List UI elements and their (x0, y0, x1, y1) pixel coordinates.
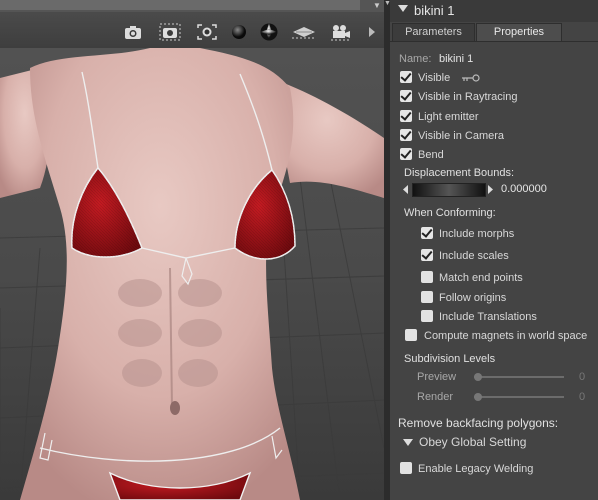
light-emitter-label: Light emitter (418, 111, 479, 123)
visible-camera-row[interactable]: Visible in Camera (390, 127, 598, 145)
visible-label: Visible (418, 72, 451, 84)
lighting-sphere-icon[interactable] (258, 23, 280, 41)
match-end-points-row[interactable]: Match end points (390, 269, 598, 287)
movie-camera-icon[interactable] (330, 23, 352, 41)
viewport-toolbar (0, 14, 384, 48)
include-morphs-checkbox[interactable] (421, 227, 433, 239)
compute-magnets-checkbox[interactable] (405, 329, 417, 341)
backfacing-dropdown[interactable]: Obey Global Setting (390, 433, 598, 451)
viewport-top-bar: ▼ (0, 0, 384, 12)
name-field[interactable]: bikini 1 (439, 50, 473, 68)
displacement-dial[interactable] (412, 183, 486, 197)
visible-raytracing-checkbox[interactable] (400, 90, 412, 102)
viewport-scrollbar[interactable] (0, 0, 360, 10)
include-morphs-label: Include morphs (439, 228, 515, 240)
preview-value[interactable]: 0 (579, 368, 585, 386)
when-conforming-label: When Conforming: (404, 207, 496, 219)
match-end-points-checkbox[interactable] (421, 271, 433, 283)
include-scales-row[interactable]: Include scales (390, 247, 598, 265)
render-slider-knob[interactable] (474, 393, 482, 401)
visible-camera-checkbox[interactable] (400, 129, 412, 141)
panel-header[interactable]: bikini 1 (390, 0, 598, 22)
tab-properties[interactable]: Properties (476, 23, 562, 41)
preview-subdivision-row: Preview 0 (390, 368, 598, 386)
include-translations-row[interactable]: Include Translations (390, 308, 598, 326)
dial-left-arrow-icon[interactable] (403, 185, 409, 194)
displacement-value[interactable]: 0.000000 (501, 180, 547, 198)
light-emitter-checkbox[interactable] (400, 110, 412, 122)
displacement-dial-row: 0.000000 (390, 180, 598, 198)
include-translations-checkbox[interactable] (421, 310, 433, 322)
visible-camera-label: Visible in Camera (418, 130, 505, 142)
bend-row[interactable]: Bend (390, 146, 598, 164)
dial-right-arrow-icon[interactable] (488, 185, 494, 194)
tab-parameters[interactable]: Parameters (392, 23, 475, 41)
preview-slider-knob[interactable] (474, 373, 482, 381)
follow-origins-label: Follow origins (439, 292, 507, 304)
preview-slider[interactable] (474, 376, 564, 378)
scroll-down-icon[interactable]: ▼ (372, 0, 382, 12)
render-slider[interactable] (474, 396, 564, 398)
light-emitter-row[interactable]: Light emitter (390, 108, 598, 126)
compute-magnets-label: Compute magnets in world space (424, 330, 588, 342)
key-icon (462, 74, 480, 82)
tab-bar: Parameters Properties (390, 23, 598, 42)
render-subdivision-row: Render 0 (390, 388, 598, 406)
panel-title: bikini 1 (414, 3, 455, 18)
3d-viewport[interactable]: ▼ (0, 0, 384, 500)
follow-origins-row[interactable]: Follow origins (390, 289, 598, 307)
visible-raytracing-row[interactable]: Visible in Raytracing (390, 88, 598, 106)
render-label: Render (417, 391, 454, 403)
include-scales-checkbox[interactable] (421, 249, 433, 261)
compute-magnets-row[interactable]: Compute magnets in world space (390, 327, 598, 345)
visible-raytracing-label: Visible in Raytracing (418, 91, 518, 103)
bend-checkbox[interactable] (400, 148, 412, 160)
legacy-welding-row[interactable]: Enable Legacy Welding (390, 460, 598, 478)
sphere-icon[interactable] (228, 23, 250, 41)
include-morphs-row[interactable]: Include morphs (390, 225, 598, 243)
include-translations-label: Include Translations (439, 311, 537, 323)
backfacing-value[interactable]: Obey Global Setting (419, 433, 526, 451)
figure-render (0, 48, 384, 500)
dropdown-triangle-icon[interactable] (403, 439, 413, 446)
follow-origins-checkbox[interactable] (421, 291, 433, 303)
name-label: Name: (399, 53, 432, 65)
match-end-points-label: Match end points (439, 272, 523, 284)
play-arrow-icon[interactable] (364, 23, 380, 41)
visible-row[interactable]: Visible (390, 69, 598, 87)
legacy-welding-checkbox[interactable] (400, 462, 412, 474)
include-scales-label: Include scales (439, 250, 509, 262)
name-row: Name: bikini 1 (390, 50, 598, 68)
remove-backfacing-label: Remove backfacing polygons: (398, 416, 559, 430)
subdivision-levels-label: Subdivision Levels (404, 353, 496, 365)
collapse-triangle-icon[interactable] (398, 5, 408, 12)
render-value[interactable]: 0 (579, 388, 585, 406)
legacy-welding-label: Enable Legacy Welding (418, 463, 534, 475)
preview-label: Preview (417, 371, 457, 383)
camera-frame-icon[interactable] (196, 23, 218, 41)
camera-selection-icon[interactable] (159, 23, 181, 41)
properties-panel: bikini 1 Parameters Properties Name: bik… (390, 0, 598, 500)
ground-plane-icon[interactable] (290, 23, 318, 41)
visible-checkbox[interactable] (400, 71, 412, 83)
displacement-bounds-label: Displacement Bounds: (404, 167, 515, 179)
camera-icon[interactable] (122, 23, 144, 41)
bend-label: Bend (418, 149, 444, 161)
